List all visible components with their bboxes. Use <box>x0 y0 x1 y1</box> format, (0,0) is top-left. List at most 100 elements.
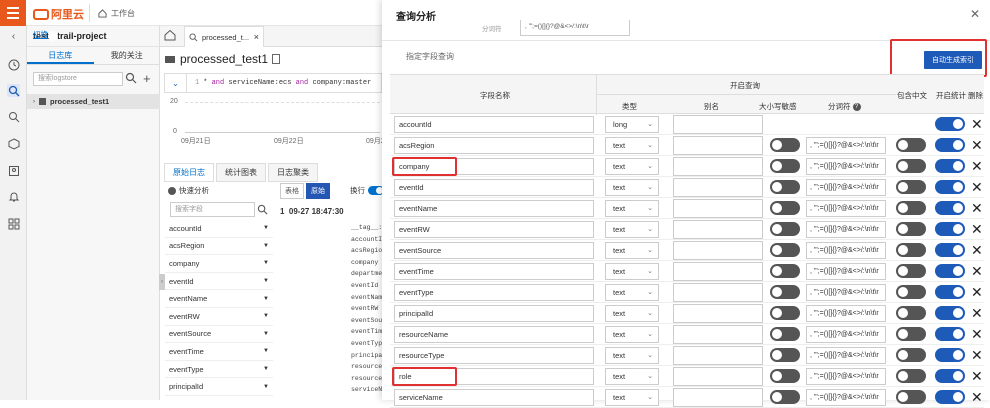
field-name-input[interactable]: acsRegion <box>394 137 594 154</box>
field-name-input[interactable]: eventTime <box>394 263 594 280</box>
case-sensitive-toggle[interactable] <box>770 327 800 341</box>
caret-down-icon[interactable]: ▼ <box>263 278 269 284</box>
auto-generate-index-button[interactable]: 自动生成索引 <box>924 51 982 69</box>
type-select[interactable]: text ⌄ <box>605 389 659 406</box>
enable-stats-toggle[interactable] <box>935 201 965 215</box>
tab-logstores[interactable]: 日志库 <box>27 48 94 64</box>
tokenizer-input[interactable]: , '";=()[]{}?@&<>/:\n\t\r <box>806 200 886 217</box>
contains-chinese-toggle[interactable] <box>896 390 926 404</box>
tokenizer-input[interactable]: , '";=()[]{}?@&<>/:\n\t\r <box>806 368 886 385</box>
field-list-item[interactable]: accountId ▼ <box>165 220 273 238</box>
logstore-item[interactable]: › processed_test1 <box>27 94 160 109</box>
caret-down-icon[interactable]: ▼ <box>263 225 269 231</box>
delete-icon[interactable]: ✕ <box>971 200 983 216</box>
enable-stats-toggle[interactable] <box>935 264 965 278</box>
back-icon[interactable]: ‹ <box>7 30 20 43</box>
field-list-item[interactable]: eventSource ▼ <box>165 326 273 344</box>
tokenizer-input[interactable]: , '";=()[]{}?@&<>/:\n\t\r <box>806 305 886 322</box>
enable-stats-toggle[interactable] <box>935 243 965 257</box>
brand-logo[interactable]: 阿里云 <box>33 6 84 22</box>
caret-down-icon[interactable]: ▼ <box>263 260 269 266</box>
contains-chinese-toggle[interactable] <box>896 159 926 173</box>
alias-input[interactable] <box>673 262 763 281</box>
tokenizer-input[interactable]: , '";=()[]{}?@&<>/:\n\t\r <box>806 179 886 196</box>
type-select[interactable]: text ⌄ <box>605 179 659 196</box>
alias-input[interactable] <box>673 178 763 197</box>
case-sensitive-toggle[interactable] <box>770 348 800 362</box>
enable-stats-toggle[interactable] <box>935 180 965 194</box>
caret-down-icon[interactable]: ▼ <box>263 384 269 390</box>
type-select[interactable]: long ⌄ <box>605 116 659 133</box>
enable-stats-toggle[interactable] <box>935 327 965 341</box>
clock-icon[interactable] <box>7 58 20 71</box>
delete-icon[interactable]: ✕ <box>971 368 983 384</box>
caret-down-icon[interactable]: ▼ <box>263 331 269 337</box>
tokenizer-input[interactable]: , '";=()[]{}?@&<>/:\n\t\r <box>806 347 886 364</box>
alias-input[interactable] <box>673 199 763 218</box>
field-name-input[interactable]: resourceType <box>394 347 594 364</box>
tab-log-clustering[interactable]: 日志聚类 <box>268 163 318 182</box>
delete-icon[interactable]: ✕ <box>971 242 983 258</box>
alias-input[interactable] <box>673 241 763 260</box>
tokenizer-input[interactable]: , '";=()[]{}?@&<>/:\n\t\r <box>806 137 886 154</box>
enable-stats-toggle[interactable] <box>935 222 965 236</box>
tab-my-follows[interactable]: 我的关注 <box>94 48 161 64</box>
delete-icon[interactable]: ✕ <box>971 116 983 132</box>
field-list-item[interactable]: acsRegion ▼ <box>165 238 273 256</box>
field-name-input[interactable]: eventName <box>394 200 594 217</box>
close-tab-icon[interactable]: × <box>254 32 259 42</box>
case-sensitive-toggle[interactable] <box>770 138 800 152</box>
delete-icon[interactable]: ✕ <box>971 263 983 279</box>
contains-chinese-toggle[interactable] <box>896 264 926 278</box>
type-select[interactable]: text ⌄ <box>605 200 659 217</box>
tokenizer-input[interactable]: , '";=()[]{}?@&<>/:\n\t\r <box>806 263 886 280</box>
alias-input[interactable] <box>673 346 763 365</box>
switch-project-link[interactable]: 切换 <box>33 29 63 43</box>
case-sensitive-toggle[interactable] <box>770 369 800 383</box>
enable-stats-toggle[interactable] <box>935 285 965 299</box>
case-sensitive-toggle[interactable] <box>770 264 800 278</box>
delete-icon[interactable]: ✕ <box>971 284 983 300</box>
enable-stats-toggle[interactable] <box>935 306 965 320</box>
field-name-input[interactable]: principalId <box>394 305 594 322</box>
contains-chinese-toggle[interactable] <box>896 243 926 257</box>
cube-icon[interactable] <box>7 137 20 150</box>
document-icon[interactable] <box>272 54 281 64</box>
caret-down-icon[interactable]: ▼ <box>263 366 269 372</box>
alias-input[interactable] <box>673 136 763 155</box>
field-list-item[interactable]: company ▼ <box>165 255 273 273</box>
menu-icon[interactable] <box>0 0 26 26</box>
field-list-item[interactable]: eventTime ▼ <box>165 343 273 361</box>
tab-processed[interactable]: processed_t... × <box>184 26 264 47</box>
contains-chinese-toggle[interactable] <box>896 369 926 383</box>
caret-down-icon[interactable]: ▼ <box>263 313 269 319</box>
type-select[interactable]: text ⌄ <box>605 221 659 238</box>
alias-input[interactable] <box>673 157 763 176</box>
field-list-item[interactable]: eventType ▼ <box>165 361 273 379</box>
contains-chinese-toggle[interactable] <box>896 180 926 194</box>
type-select[interactable]: text ⌄ <box>605 284 659 301</box>
enable-stats-toggle[interactable] <box>935 348 965 362</box>
field-name-input[interactable]: serviceName <box>394 389 594 406</box>
case-sensitive-toggle[interactable] <box>770 180 800 194</box>
table-view-button[interactable]: 表格 <box>280 183 304 199</box>
type-select[interactable]: text ⌄ <box>605 242 659 259</box>
delete-icon[interactable]: ✕ <box>971 326 983 342</box>
help-icon[interactable]: ? <box>852 102 861 111</box>
tokenizer-input[interactable]: , '";=()[]{}?@&<>/:\n\t\r <box>806 158 886 175</box>
search-icon[interactable] <box>125 72 139 86</box>
alias-input[interactable] <box>673 283 763 302</box>
type-select[interactable]: text ⌄ <box>605 368 659 385</box>
case-sensitive-toggle[interactable] <box>770 159 800 173</box>
delete-icon[interactable]: ✕ <box>971 389 983 405</box>
field-list-item[interactable]: principalId ▼ <box>165 378 273 396</box>
global-tokenizer-input[interactable]: , '";=()[]{}?@&<>/:\n\t\r <box>520 20 630 36</box>
field-list-item[interactable]: eventName ▼ <box>165 290 273 308</box>
delete-icon[interactable]: ✕ <box>971 221 983 237</box>
logstore-search-input[interactable]: 搜索logstore <box>33 72 123 86</box>
home-tab-icon[interactable] <box>164 29 178 43</box>
type-select[interactable]: text ⌄ <box>605 158 659 175</box>
close-icon[interactable]: ✕ <box>970 7 980 21</box>
enable-stats-toggle[interactable] <box>935 390 965 404</box>
contains-chinese-toggle[interactable] <box>896 348 926 362</box>
